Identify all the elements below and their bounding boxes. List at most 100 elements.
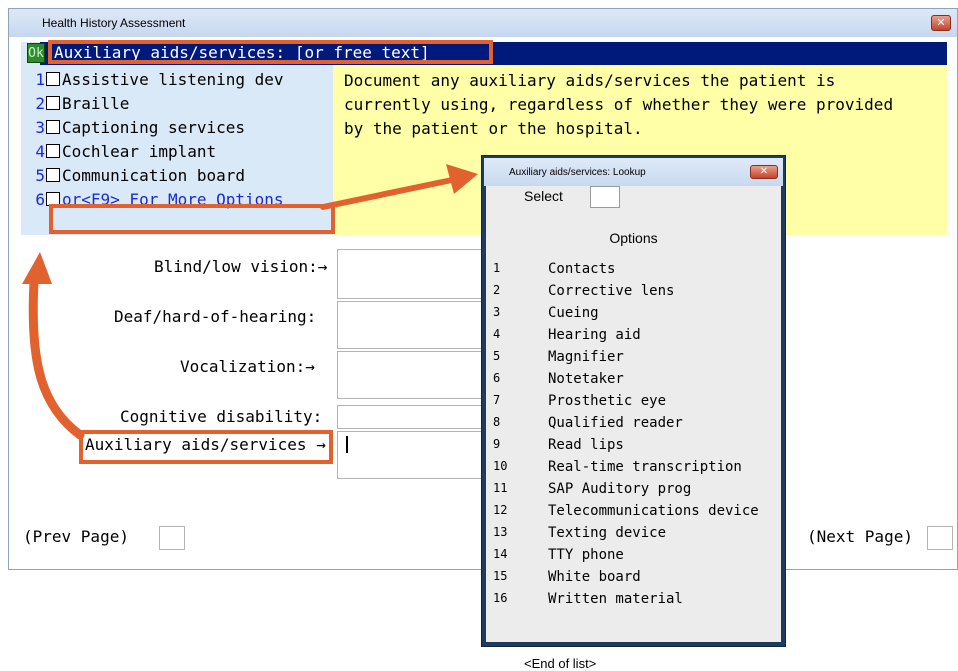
- option-item[interactable]: 3 Captioning services: [33, 118, 245, 142]
- lookup-item[interactable]: 9 Read lips: [486, 437, 783, 459]
- deaf-hard-of-hearing-label: Deaf/hard-of-hearing:: [114, 307, 317, 326]
- option-item[interactable]: 4 Cochlear implant: [33, 142, 216, 166]
- cognitive-disability-field[interactable]: [337, 405, 495, 429]
- lookup-item-number: 4: [493, 327, 501, 341]
- lookup-item[interactable]: 4 Hearing aid: [486, 327, 783, 349]
- blind-low-vision-field[interactable]: [337, 249, 495, 299]
- vocalization-label: Vocalization:→: [180, 357, 315, 376]
- lookup-item-label: White board: [548, 569, 641, 585]
- title-bar: Health History Assessment ✕: [9, 9, 957, 37]
- lookup-item-label: Magnifier: [548, 349, 624, 365]
- lookup-item-label: Cueing: [548, 305, 599, 321]
- close-button[interactable]: ✕: [931, 15, 951, 31]
- lookup-close-button[interactable]: ✕: [750, 165, 778, 179]
- option-label: Cochlear implant: [62, 142, 217, 161]
- option-label: Braille: [62, 94, 130, 113]
- highlight-more-options-box: [49, 204, 335, 234]
- cognitive-disability-label: Cognitive disability:: [120, 407, 323, 426]
- lookup-item[interactable]: 1 Contacts: [486, 261, 783, 283]
- lookup-item-number: 8: [493, 415, 501, 429]
- option-number: 4: [35, 142, 45, 161]
- ok-button[interactable]: Ok: [27, 43, 45, 63]
- highlight-auxiliary-field-box: [79, 430, 333, 464]
- lookup-item-label: SAP Auditory prog: [548, 481, 692, 497]
- next-page-label: (Next Page): [807, 527, 913, 546]
- option-checkbox[interactable]: [46, 168, 60, 182]
- lookup-item[interactable]: 2 Corrective lens: [486, 283, 783, 305]
- lookup-item-number: 9: [493, 437, 501, 451]
- lookup-item[interactable]: 6 Notetaker: [486, 371, 783, 393]
- lookup-item[interactable]: 10 Real-time transcription: [486, 459, 783, 481]
- option-label: Communication board: [62, 166, 246, 185]
- lookup-item[interactable]: 8 Qualified reader: [486, 415, 783, 437]
- option-checkbox[interactable]: [46, 144, 60, 158]
- lookup-item-label: Prosthetic eye: [548, 393, 667, 409]
- prev-page-input[interactable]: [159, 526, 185, 550]
- lookup-item-number: 12: [493, 503, 508, 517]
- lookup-item-number: 5: [493, 349, 501, 363]
- lookup-item-number: 13: [493, 525, 508, 539]
- select-input[interactable]: [590, 186, 620, 208]
- option-checkbox[interactable]: [46, 96, 60, 110]
- lookup-item-number: 2: [493, 283, 501, 297]
- lookup-item-number: 6: [493, 371, 501, 385]
- window-title: Health History Assessment: [42, 16, 186, 30]
- lookup-item[interactable]: 15 White board: [486, 569, 783, 591]
- description-line: by the patient or the hospital.: [344, 119, 643, 138]
- highlight-header-box: [48, 40, 493, 64]
- vocalization-field[interactable]: [337, 351, 495, 399]
- lookup-item[interactable]: 3 Cueing: [486, 305, 783, 327]
- lookup-item-label: TTY phone: [548, 547, 624, 563]
- lookup-item[interactable]: 12 Telecommunications device: [486, 503, 783, 525]
- lookup-item-label: Real-time transcription: [548, 459, 742, 475]
- lookup-item-number: 7: [493, 393, 501, 407]
- option-item[interactable]: 5 Communication board: [33, 166, 245, 190]
- lookup-item-number: 11: [493, 481, 508, 495]
- lookup-item-label: Telecommunications device: [548, 503, 759, 519]
- lookup-dialog: Auxiliary aids/services: Lookup ✕ Select…: [481, 155, 786, 671]
- blind-low-vision-label: Blind/low vision:→: [154, 257, 328, 276]
- option-label: Captioning services: [62, 118, 246, 137]
- lookup-item[interactable]: 14 TTY phone: [486, 547, 783, 569]
- lookup-item-number: 14: [493, 547, 508, 561]
- lookup-body: Select Options 1 Contacts 2 Corrective len…: [486, 186, 783, 671]
- lookup-item-number: 10: [493, 459, 508, 473]
- lookup-item-label: Texting device: [548, 525, 667, 541]
- prev-page-label: (Prev Page): [23, 527, 129, 546]
- next-page-input[interactable]: [927, 526, 953, 550]
- lookup-item-number: 1: [493, 261, 501, 275]
- lookup-title: Auxiliary aids/services: Lookup: [509, 167, 646, 178]
- option-number: 3: [35, 118, 45, 137]
- lookup-item-label: Notetaker: [548, 371, 624, 387]
- end-of-list-label: <End of list>: [524, 656, 597, 671]
- lookup-item[interactable]: 13 Texting device: [486, 525, 783, 547]
- lookup-item-label: Corrective lens: [548, 283, 675, 299]
- option-checkbox[interactable]: [46, 72, 60, 86]
- option-number: 6: [35, 190, 45, 209]
- option-item[interactable]: 1 Assistive listening dev: [33, 70, 284, 94]
- lookup-title-bar: Auxiliary aids/services: Lookup ✕: [484, 158, 783, 186]
- option-number: 1: [35, 70, 45, 89]
- text-cursor: [346, 436, 348, 453]
- lookup-item[interactable]: 7 Prosthetic eye: [486, 393, 783, 415]
- description-line: Document any auxiliary aids/services the…: [344, 71, 836, 90]
- lookup-item[interactable]: 5 Magnifier: [486, 349, 783, 371]
- option-checkbox[interactable]: [46, 120, 60, 134]
- option-item[interactable]: 2 Braille: [33, 94, 129, 118]
- option-label: Assistive listening dev: [62, 70, 284, 89]
- option-number: 5: [35, 166, 45, 185]
- description-line: currently using, regardless of whether t…: [344, 95, 894, 114]
- lookup-item[interactable]: 11 SAP Auditory prog: [486, 481, 783, 503]
- lookup-item-number: 3: [493, 305, 501, 319]
- auxiliary-aids-field[interactable]: [337, 431, 495, 479]
- deaf-hard-of-hearing-field[interactable]: [337, 301, 495, 349]
- lookup-item-number: 15: [493, 569, 508, 583]
- lookup-item-label: Contacts: [548, 261, 616, 277]
- lookup-item-label: Written material: [548, 591, 683, 607]
- lookup-item-label: Read lips: [548, 437, 624, 453]
- option-number: 2: [35, 94, 45, 113]
- select-label: Select: [524, 188, 563, 204]
- field-description: Document any auxiliary aids/services the…: [344, 69, 893, 141]
- lookup-item-label: Qualified reader: [548, 415, 683, 431]
- lookup-item[interactable]: 16 Written material: [486, 591, 783, 613]
